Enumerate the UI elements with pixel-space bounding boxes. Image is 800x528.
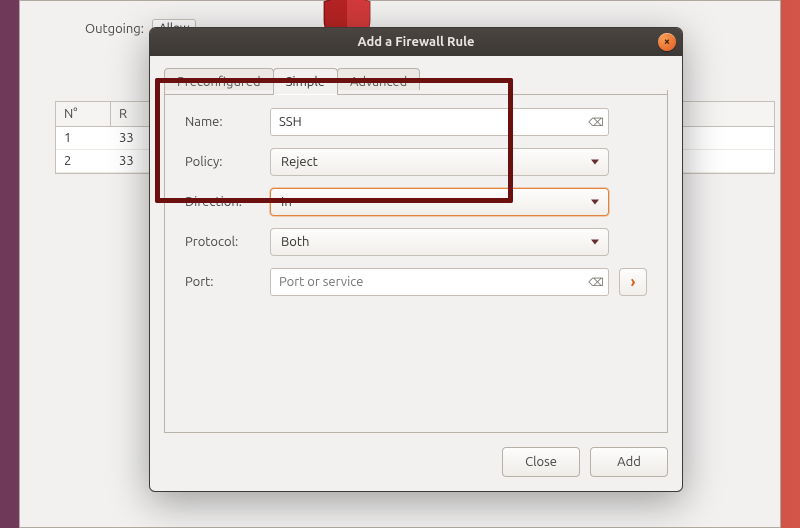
port-lookup-button[interactable]: › (619, 268, 647, 296)
name-label: Name: (185, 115, 260, 129)
protocol-value: Both (281, 235, 309, 249)
port-label: Port: (185, 275, 260, 289)
col-number[interactable]: N° (56, 102, 111, 126)
dialog-titlebar[interactable]: Add a Firewall Rule × (150, 28, 682, 56)
policy-label: Policy: (185, 155, 260, 169)
add-button[interactable]: Add (590, 447, 668, 477)
outgoing-label: Outgoing: (85, 22, 144, 36)
close-icon[interactable]: × (658, 33, 676, 51)
direction-value: In (281, 195, 292, 209)
protocol-dropdown[interactable]: Both (270, 228, 609, 256)
close-button[interactable]: Close (502, 447, 580, 477)
dialog-title: Add a Firewall Rule (357, 35, 474, 49)
tab-simple[interactable]: Simple (273, 68, 338, 95)
dialog-footer: Close Add (502, 447, 668, 477)
clear-port-icon[interactable]: ⌫ (589, 275, 603, 289)
clear-name-icon[interactable]: ⌫ (589, 115, 603, 129)
direction-dropdown[interactable]: In (270, 188, 609, 216)
simple-form: Name: ⌫ Policy: Reject Direction: In Pro… (165, 90, 667, 310)
cell-number: 1 (56, 127, 111, 149)
port-input[interactable] (270, 268, 609, 296)
chevron-down-icon (591, 240, 599, 245)
simple-pane: Name: ⌫ Policy: Reject Direction: In Pro… (164, 90, 668, 433)
chevron-down-icon (591, 200, 599, 205)
name-input[interactable] (270, 108, 609, 136)
policy-value: Reject (281, 155, 318, 169)
cell-number: 2 (56, 150, 111, 172)
tab-divider (164, 94, 668, 95)
name-input-wrap: ⌫ (270, 108, 609, 136)
add-firewall-rule-dialog: Add a Firewall Rule × Preconfigured Simp… (149, 27, 683, 492)
policy-dropdown[interactable]: Reject (270, 148, 609, 176)
chevron-right-icon: › (630, 273, 635, 291)
chevron-down-icon (591, 160, 599, 165)
protocol-label: Protocol: (185, 235, 260, 249)
port-input-wrap: ⌫ (270, 268, 609, 296)
direction-label: Direction: (185, 195, 260, 209)
